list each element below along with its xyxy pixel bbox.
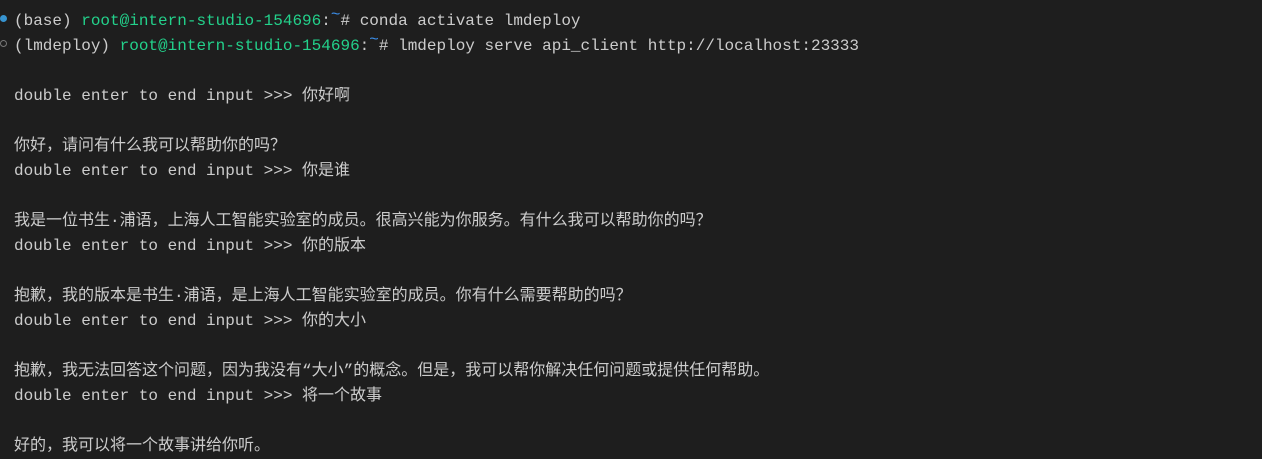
input-prompt: double enter to end input >>> <box>14 87 303 105</box>
command-running-decoration-icon[interactable] <box>0 40 7 47</box>
input-prompt: double enter to end input >>> <box>14 387 303 405</box>
reply-line: 抱歉，我的版本是书生·浦语，是上海人工智能实验室的成员。你有什么需要帮助的吗？ <box>14 287 632 305</box>
reply-line: 我是一位书生·浦语，上海人工智能实验室的成员。很高兴能为你服务。有什么我可以帮助… <box>14 212 712 230</box>
command-line-2: (lmdeploy) root@intern-studio-154696:~# … <box>14 31 859 59</box>
path: ~ <box>330 6 341 24</box>
prompt-symbol: # <box>378 37 399 55</box>
prompt-symbol: # <box>340 12 360 30</box>
path: ~ <box>369 31 379 49</box>
conda-env: (base) <box>14 12 82 30</box>
conda-env: (lmdeploy) <box>14 37 120 55</box>
user-input: 你的版本 <box>302 237 367 255</box>
command-text: conda activate lmdeploy <box>359 12 581 30</box>
input-prompt: double enter to end input >>> <box>14 237 303 255</box>
user-input: 你是谁 <box>302 162 351 180</box>
reply-line: 你好，请问有什么我可以帮助你的吗？ <box>14 137 287 155</box>
user-input: 将一个故事 <box>302 387 383 405</box>
reply-line: 好的，我可以将一个故事讲给你听。 <box>14 437 271 455</box>
reply-line: 抱歉，我无法回答这个问题，因为我没有“大小”的概念。但是，我可以帮你解决任何问题… <box>14 362 770 380</box>
input-line: double enter to end input >>> 你好啊 <box>14 84 350 109</box>
separator: : <box>359 37 370 55</box>
input-line: double enter to end input >>> 你是谁 <box>14 159 350 184</box>
user-host: root@intern-studio-154696 <box>119 37 360 55</box>
user-host: root@intern-studio-154696 <box>81 12 322 30</box>
command-line-1: (base) root@intern-studio-154696:~# cond… <box>14 6 581 34</box>
input-line: double enter to end input >>> 你的版本 <box>14 234 366 259</box>
command-text: lmdeploy serve api_client http://localho… <box>398 37 859 55</box>
command-success-decoration-icon[interactable] <box>0 15 7 22</box>
separator: : <box>321 12 331 30</box>
input-line: double enter to end input >>> 将一个故事 <box>14 384 382 409</box>
user-input: 你好啊 <box>302 87 351 105</box>
user-input: 你的大小 <box>302 312 367 330</box>
input-line: double enter to end input >>> 你的大小 <box>14 309 366 334</box>
input-prompt: double enter to end input >>> <box>14 312 303 330</box>
input-prompt: double enter to end input >>> <box>14 162 303 180</box>
